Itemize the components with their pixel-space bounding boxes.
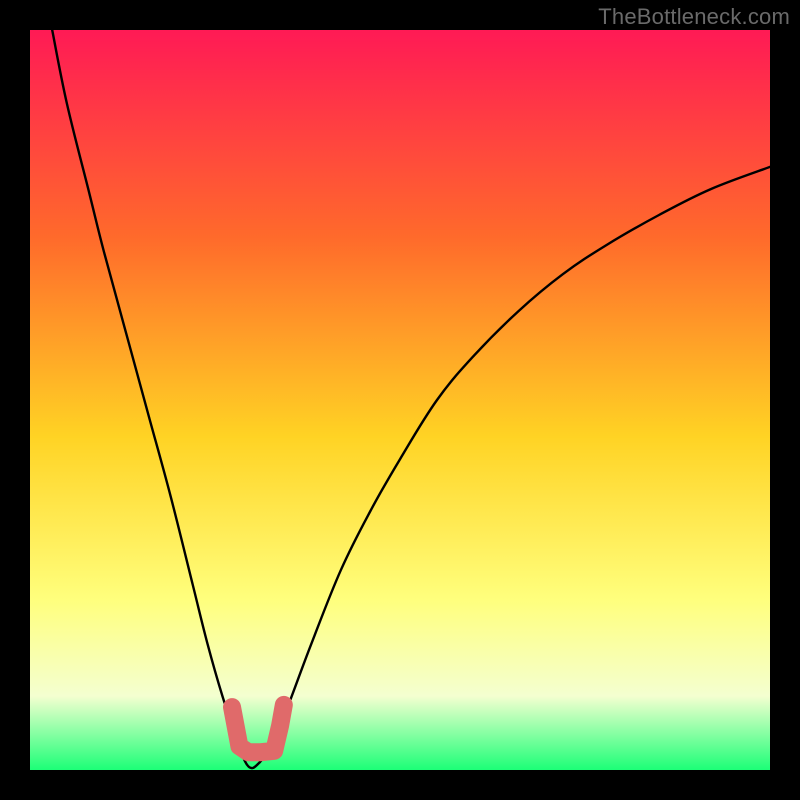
chart-frame: TheBottleneck.com xyxy=(0,0,800,800)
watermark-text: TheBottleneck.com xyxy=(598,4,790,30)
gradient-background xyxy=(30,30,770,770)
plot-area xyxy=(30,30,770,770)
plot-svg xyxy=(30,30,770,770)
